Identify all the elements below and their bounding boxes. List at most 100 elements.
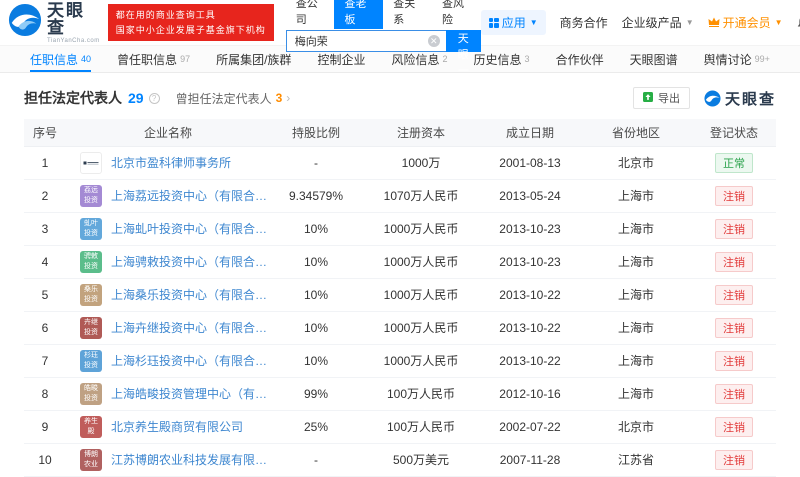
status-badge: 注销: [715, 416, 753, 437]
tab-label: 舆情讨论: [703, 52, 752, 67]
establish-date-cell: 2002-07-22: [480, 410, 580, 444]
export-button[interactable]: 导出: [632, 87, 690, 109]
status-badge: 注销: [715, 449, 753, 470]
export-label: 导出: [657, 93, 680, 105]
shareholding-ratio-cell: 10%: [270, 212, 362, 246]
status-cell: 正常: [692, 146, 776, 180]
status-cell: 注销: [692, 179, 776, 213]
company-name-cell: 骋敕 投资 上海骋敕投资中心（有限合伙）: [66, 245, 270, 279]
tab-item-8[interactable]: 舆情讨论 99+: [704, 46, 770, 72]
province-cell: 上海市: [580, 245, 692, 279]
status-badge: 注销: [715, 218, 753, 239]
search-tab-1[interactable]: 查老板: [334, 0, 384, 29]
tab-label: 历史信息: [473, 52, 522, 67]
company-name-link[interactable]: 北京养生殿商贸有限公司: [111, 418, 243, 435]
nav-enterprise-label: 企业级产品: [621, 16, 682, 30]
former-legal-rep-link[interactable]: 曾担任法定代表人 3 ›: [176, 90, 291, 107]
table-header-row: 序号 企业名称 持股比例 注册资本 成立日期 省份地区 登记状态: [24, 119, 776, 147]
tianyancha-logo[interactable]: 天眼查 TianYanCha.com: [8, 2, 100, 44]
company-name-cell: 荔远 投资 上海荔远投资中心（有限合伙）: [66, 179, 270, 213]
province-cell: 上海市: [580, 278, 692, 312]
row-number-cell: 5: [24, 278, 66, 312]
tianyancha-swirl-icon: [704, 89, 721, 107]
tab-item-5[interactable]: 历史信息 3: [474, 46, 530, 72]
company-name-cell: 虬叶 投资 上海虬叶投资中心（有限合伙）: [66, 212, 270, 246]
tab-count: 97: [180, 54, 191, 64]
row-number-cell: 7: [24, 344, 66, 378]
tab-item-2[interactable]: 所属集团/族群: [216, 46, 291, 72]
company-name-link[interactable]: 上海桑乐投资中心（有限合伙）: [111, 286, 268, 303]
avatar-line1: 博朗: [84, 451, 98, 459]
status-badge: 注销: [715, 284, 753, 305]
company-name-link[interactable]: 上海荔远投资中心（有限合伙）: [111, 187, 268, 204]
tab-count: 40: [81, 54, 92, 64]
info-icon[interactable]: ?: [148, 92, 160, 104]
establish-date-cell: 2013-10-22: [480, 344, 580, 378]
search-tab-2[interactable]: 查关系: [383, 0, 432, 29]
shareholding-ratio-cell: 99%: [270, 377, 362, 411]
search-input[interactable]: [285, 30, 446, 52]
crown-icon: [708, 16, 720, 30]
establish-date-cell: 2012-10-16: [480, 377, 580, 411]
registered-capital-cell: 100万人民币: [362, 377, 480, 411]
nav-vip[interactable]: 开通会员 ▼: [708, 14, 783, 31]
clear-search-icon[interactable]: ✕: [427, 35, 440, 47]
status-cell: 注销: [692, 311, 776, 345]
column-header-4: 成立日期: [480, 119, 580, 147]
tianyancha-swirl-icon: [8, 3, 42, 42]
search-tab-3[interactable]: 查风险: [432, 0, 481, 29]
tab-label: 任职信息: [30, 52, 79, 67]
province-cell: 江苏省: [580, 443, 692, 477]
tab-item-7[interactable]: 天眼图谱: [630, 46, 678, 72]
company-name-link[interactable]: 上海卉继投资中心（有限合伙）: [111, 319, 268, 336]
nav-vip-label: 开通会员: [722, 16, 771, 30]
company-name-link[interactable]: 江苏博朗农业科技发展有限公司: [111, 451, 268, 468]
registered-capital-cell: 1000万: [362, 146, 480, 180]
company-name-link[interactable]: 北京市盈科律师事务所: [111, 154, 231, 171]
nav-cooperation[interactable]: 商务合作: [560, 14, 608, 31]
company-name-cell: 皓畯投资上海皓畯投资管理中心（有限合伙）: [66, 377, 270, 411]
status-badge: 注销: [715, 185, 753, 206]
tab-item-0[interactable]: 任职信息 40: [30, 46, 91, 72]
registered-capital-cell: 1070万人民币: [362, 179, 480, 213]
tab-item-1[interactable]: 曾任职信息 97: [117, 46, 190, 72]
status-badge: 注销: [715, 317, 753, 338]
establish-date-cell: 2013-05-24: [480, 179, 580, 213]
brand-domain: TianYanCha.com: [47, 37, 100, 44]
column-header-5: 省份地区: [580, 119, 692, 147]
nav-enterprise[interactable]: 企业级产品 ▼: [622, 14, 694, 31]
row-number-cell: 4: [24, 245, 66, 279]
avatar-line2: 殿: [87, 427, 95, 435]
company-name-link[interactable]: 上海骋敕投资中心（有限合伙）: [111, 253, 268, 270]
section-header: 担任法定代表人 29 ? 曾担任法定代表人 3 › 导出 天眼查: [24, 85, 776, 111]
column-header-6: 登记状态: [692, 119, 776, 147]
tab-label: 天眼图谱: [629, 52, 678, 67]
company-name-cell: 养生殿北京养生殿商贸有限公司: [66, 410, 270, 444]
table-row: 4 骋敕 投资 上海骋敕投资中心（有限合伙） 10% 1000万人民币 2013-10-23…: [24, 245, 776, 279]
status-badge: 注销: [715, 350, 753, 371]
province-cell: 上海市: [580, 212, 692, 246]
status-badge: 正常: [715, 152, 753, 173]
section-title: 担任法定代表人: [24, 90, 122, 106]
registered-capital-cell: 1000万人民币: [362, 311, 480, 345]
former-legal-rep-label: 曾担任法定代表人: [175, 91, 272, 106]
avatar-line1: 虬叶: [84, 220, 98, 228]
company-name-link[interactable]: 上海皓畯投资管理中心（有限合伙）: [111, 385, 268, 402]
shareholding-ratio-cell: 10%: [270, 311, 362, 345]
avatar-line2: 投资: [84, 262, 98, 270]
tab-label: 所属集团/族群: [216, 52, 292, 67]
search-tab-0[interactable]: 查公司: [286, 0, 335, 29]
export-icon: [642, 91, 653, 105]
company-name-cell: 卉继 投资 上海卉继投资中心（有限合伙）: [66, 311, 270, 345]
establish-date-cell: 2007-11-28: [480, 443, 580, 477]
notifications-bell-icon[interactable]: [797, 15, 800, 30]
establish-date-cell: 2001-08-13: [480, 146, 580, 180]
tab-label: 控制企业: [317, 52, 366, 67]
status-badge: 注销: [715, 383, 753, 404]
company-name-link[interactable]: 上海虬叶投资中心（有限合伙）: [111, 220, 268, 237]
nav-apps[interactable]: 应用 ▼: [480, 10, 546, 35]
company-name-link[interactable]: 上海杉珏投资中心（有限合伙）: [111, 352, 268, 369]
brand-name: 天眼查: [47, 0, 85, 37]
registered-capital-cell: 1000万人民币: [362, 212, 480, 246]
tab-item-6[interactable]: 合作伙伴: [556, 46, 604, 72]
